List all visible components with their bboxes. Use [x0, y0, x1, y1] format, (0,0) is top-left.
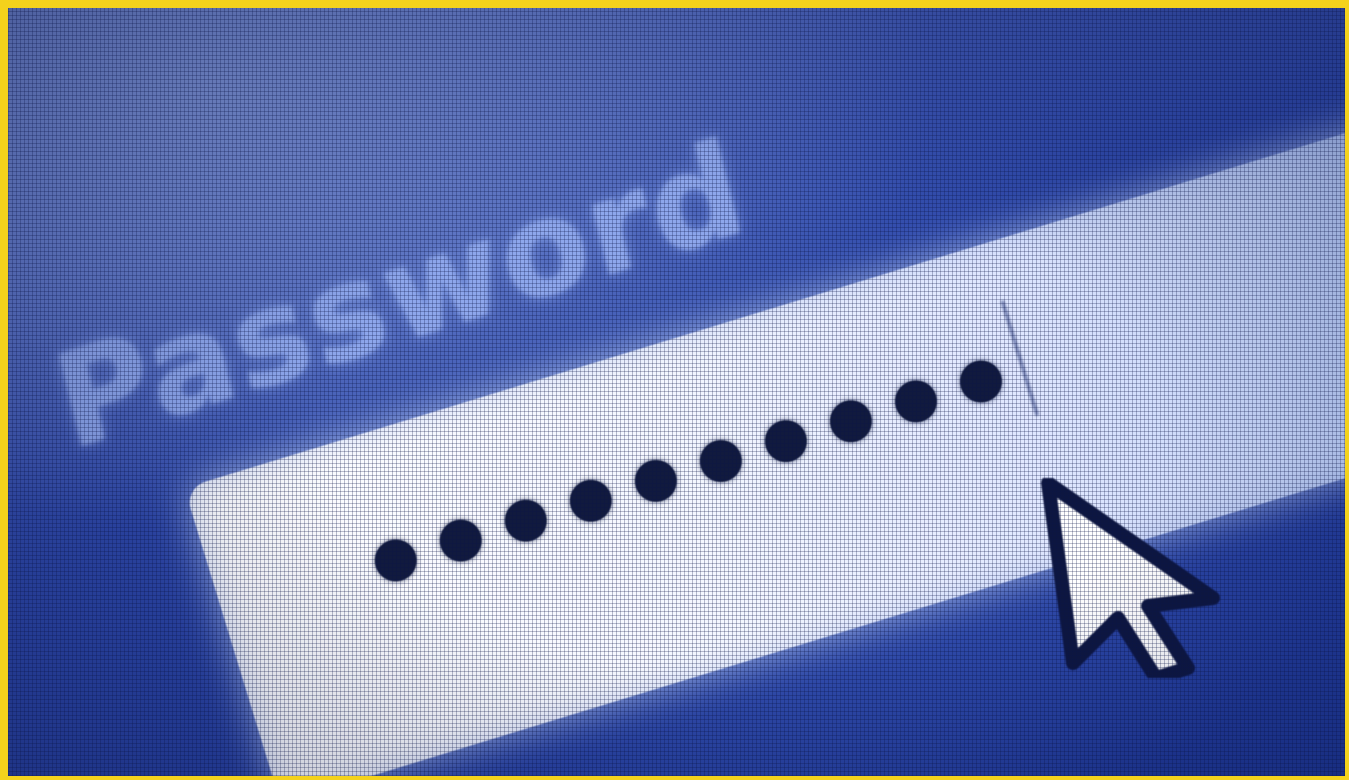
password-dot [434, 514, 487, 567]
password-dot [564, 474, 618, 528]
password-dot [629, 454, 683, 508]
password-dot [694, 434, 748, 488]
password-dot [954, 355, 1008, 408]
text-caret [1000, 300, 1040, 417]
mouse-pointer-arrow-icon [1041, 478, 1220, 678]
photo-frame: Password [0, 0, 1349, 780]
password-dot [824, 395, 878, 448]
password-dot [369, 534, 422, 587]
monitor-screen: Password [8, 8, 1345, 776]
password-dot [499, 494, 553, 547]
password-dot [889, 375, 943, 428]
masked-password-dots [369, 355, 1008, 587]
password-dot [759, 414, 813, 468]
password-scene: Password [8, 8, 1345, 776]
